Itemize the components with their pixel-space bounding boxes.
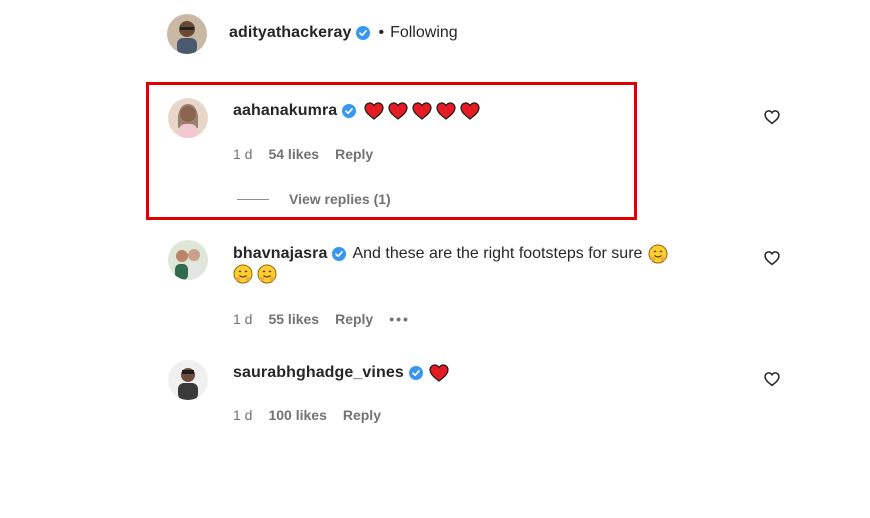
heart-emoji-icon [429, 364, 449, 382]
hugging-face-emoji-icon [648, 244, 668, 264]
heart-emoji-icon [388, 102, 408, 120]
like-heart-icon[interactable] [763, 108, 781, 126]
view-replies-button[interactable]: View replies (1) [237, 191, 391, 207]
verified-badge-icon [332, 247, 347, 261]
avatar[interactable] [168, 360, 208, 400]
avatar[interactable] [168, 240, 208, 280]
comment-name-line: aahanakumra [233, 102, 480, 120]
avatar[interactable] [168, 98, 208, 138]
heart-emoji-icon [364, 102, 384, 120]
following-label: Following [390, 24, 458, 41]
like-heart-icon[interactable] [763, 370, 781, 388]
likes-count[interactable]: 100 likes [268, 407, 326, 423]
more-options-button[interactable]: ••• [389, 311, 410, 327]
comment-meta: 1 d 100 likes Reply [233, 407, 397, 423]
username[interactable]: bhavnajasra [233, 245, 327, 263]
likes-count[interactable]: 55 likes [268, 311, 319, 327]
verified-badge-icon [408, 366, 423, 380]
comment-meta: 1 d 54 likes Reply [233, 146, 389, 162]
header-name-line: adityathackeray • Following [229, 24, 458, 42]
verified-badge-icon [356, 26, 371, 40]
avatar[interactable] [167, 14, 207, 54]
comment-time: 1 d [233, 407, 253, 423]
username[interactable]: aahanakumra [233, 102, 337, 120]
username[interactable]: adityathackeray [229, 24, 351, 42]
comment-name-line: bhavnajasra And these are the right foot… [233, 244, 668, 264]
comment-emoji [360, 102, 480, 120]
divider [237, 198, 269, 200]
likes-count[interactable]: 54 likes [268, 146, 319, 162]
verified-badge-icon [342, 104, 357, 118]
heart-emoji-icon [412, 102, 432, 120]
reply-button[interactable]: Reply [343, 407, 381, 423]
heart-emoji-icon [436, 102, 456, 120]
comment-time: 1 d [233, 311, 253, 327]
username[interactable]: saurabhghadge_vines [233, 364, 404, 382]
like-heart-icon[interactable] [763, 249, 781, 267]
view-replies-label: View replies (1) [289, 191, 391, 207]
comment-meta: 1 d 55 likes Reply ••• [233, 311, 426, 327]
heart-emoji-icon [460, 102, 480, 120]
hugging-face-emoji-icon [233, 264, 253, 284]
hugging-face-emoji-icon [257, 264, 277, 284]
comment-time: 1 d [233, 146, 253, 162]
following-status[interactable]: • Following [378, 24, 457, 42]
comment-name-line: saurabhghadge_vines [233, 364, 449, 382]
comment-emoji-line [233, 264, 277, 284]
reply-button[interactable]: Reply [335, 311, 373, 327]
comment-text: And these are the right footsteps for su… [352, 245, 643, 262]
reply-button[interactable]: Reply [335, 146, 373, 162]
